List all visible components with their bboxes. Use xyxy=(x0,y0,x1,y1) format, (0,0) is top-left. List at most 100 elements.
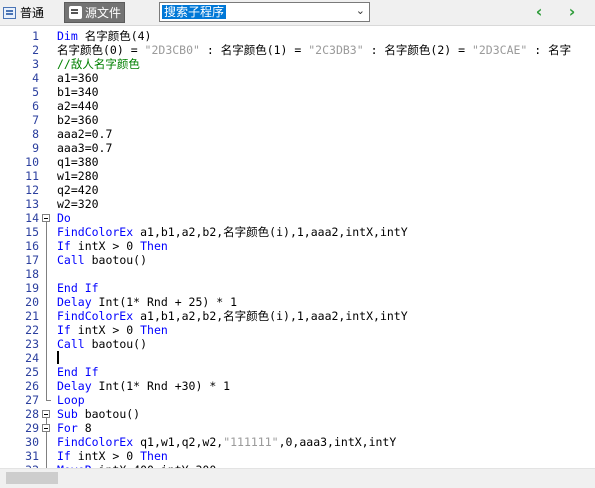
keyword-token: If xyxy=(57,449,71,463)
line-number: 7 xyxy=(32,113,39,127)
code-token: ,0,aaa3,intX,intY xyxy=(278,435,397,449)
line-number: 18 xyxy=(25,267,39,281)
code-text[interactable]: FindColorEx a1,b1,a2,b2,名字颜色(i),1,aaa2,i… xyxy=(57,309,408,323)
code-line[interactable]: 15 FindColorEx a1,b1,a2,b2,名字颜色(i),1,aaa2… xyxy=(0,225,595,239)
code-text[interactable]: q1=380 xyxy=(57,155,99,169)
fold-toggle-icon[interactable] xyxy=(42,424,50,432)
code-text[interactable]: Loop xyxy=(57,393,85,407)
code-line[interactable]: 12 q2=420 xyxy=(0,183,595,197)
code-text[interactable]: Sub baotou() xyxy=(57,407,140,421)
line-number: 17 xyxy=(25,253,39,267)
line-number: 19 xyxy=(25,281,39,295)
code-token: 名字颜色(4) xyxy=(77,29,152,43)
code-text[interactable]: Call baotou() xyxy=(57,337,147,351)
code-line[interactable]: 6 a2=440 xyxy=(0,99,595,113)
code-token: b1=340 xyxy=(57,85,99,99)
code-line[interactable]: 29 For 8 xyxy=(0,421,595,435)
code-line[interactable]: 1 Dim 名字颜色(4) xyxy=(0,29,595,43)
code-text[interactable]: a1=360 xyxy=(57,71,99,85)
code-text[interactable]: End If xyxy=(57,365,99,379)
code-line[interactable]: 18 xyxy=(0,267,595,281)
arrow-right-icon[interactable]: › xyxy=(564,4,580,20)
code-text[interactable]: Do xyxy=(57,211,71,225)
code-text[interactable]: Delay Int(1* Rnd + 25) * 1 xyxy=(57,295,237,309)
code-line[interactable]: 16 If intX > 0 Then xyxy=(0,239,595,253)
code-line[interactable]: 10 q1=380 xyxy=(0,155,595,169)
subroutine-search-combo[interactable]: 搜索子程序 ⌄ xyxy=(159,2,370,22)
code-line[interactable]: 22 If intX > 0 Then xyxy=(0,323,595,337)
line-number: 9 xyxy=(32,141,39,155)
code-line[interactable]: 24 xyxy=(0,351,595,365)
code-line[interactable]: 30 FindColorEx q1,w1,q2,w2,"111111",0,aaa… xyxy=(0,435,595,449)
code-line[interactable]: 23 Call baotou() xyxy=(0,337,595,351)
code-token: a1=360 xyxy=(57,71,99,85)
code-line[interactable]: 28 Sub baotou() xyxy=(0,407,595,421)
code-editor[interactable]: 1 Dim 名字颜色(4) 2 名字颜色(0) = "2D3CB0" : 名字颜色(1… xyxy=(0,26,595,468)
line-number: 6 xyxy=(32,99,39,113)
string-token: "111111" xyxy=(223,435,279,449)
chevron-down-icon[interactable]: ⌄ xyxy=(356,4,365,17)
toolbar: 普通 源文件 搜索子程序 ⌄ ‹ › xyxy=(0,0,595,26)
code-text[interactable]: For 8 xyxy=(57,421,92,435)
code-text[interactable]: b1=340 xyxy=(57,85,99,99)
code-line[interactable]: 20 Delay Int(1* Rnd + 25) * 1 xyxy=(0,295,595,309)
code-text[interactable]: If intX > 0 Then xyxy=(57,323,168,337)
code-token: b2=360 xyxy=(57,113,99,127)
subroutine-search-value[interactable]: 搜索子程序 xyxy=(162,5,227,19)
line-number: 24 xyxy=(25,351,39,365)
scrollbar-thumb[interactable] xyxy=(6,472,58,484)
code-text[interactable]: //敌人名字颜色 xyxy=(57,57,140,71)
code-text[interactable]: aaa3=0.7 xyxy=(57,141,112,155)
fold-toggle-icon[interactable] xyxy=(42,410,50,418)
code-text[interactable]: End If xyxy=(57,281,99,295)
normal-mode-tab[interactable]: 普通 xyxy=(3,4,44,21)
line-number: 14 xyxy=(25,211,39,225)
code-line[interactable]: 14 Do xyxy=(0,211,595,225)
code-text[interactable]: If intX > 0 Then xyxy=(57,449,168,463)
line-number: 23 xyxy=(25,337,39,351)
code-line[interactable]: 26 Delay Int(1* Rnd +30) * 1 xyxy=(0,379,595,393)
code-line[interactable]: 13 w2=320 xyxy=(0,197,595,211)
line-number: 16 xyxy=(25,239,39,253)
horizontal-scrollbar[interactable] xyxy=(0,468,595,488)
code-text[interactable]: q2=420 xyxy=(57,183,99,197)
code-line[interactable]: 11 w1=280 xyxy=(0,169,595,183)
line-number: 27 xyxy=(25,393,39,407)
code-text[interactable]: w2=320 xyxy=(57,197,99,211)
code-line[interactable]: 7 b2=360 xyxy=(0,113,595,127)
code-text[interactable]: aaa2=0.7 xyxy=(57,127,112,141)
keyword-token: FindColorEx xyxy=(57,309,134,323)
code-line[interactable]: 21 FindColorEx a1,b1,a2,b2,名字颜色(i),1,aaa2… xyxy=(0,309,595,323)
code-line[interactable]: 4 a1=360 xyxy=(0,71,595,85)
keyword-token: Loop xyxy=(57,393,85,407)
code-line[interactable]: 2 名字颜色(0) = "2D3CB0" : 名字颜色(1) = "2C3DB3"… xyxy=(0,43,595,57)
keyword-token: Call xyxy=(57,253,85,267)
code-text[interactable]: a2=440 xyxy=(57,99,99,113)
code-line[interactable]: 3 //敌人名字颜色 xyxy=(0,57,595,71)
code-line[interactable]: 17 Call baotou() xyxy=(0,253,595,267)
fold-toggle-icon[interactable] xyxy=(42,214,50,222)
code-text[interactable]: w1=280 xyxy=(57,169,99,183)
code-line[interactable]: 27 Loop xyxy=(0,393,595,407)
code-text[interactable]: If intX > 0 Then xyxy=(57,239,168,253)
keyword-token: If xyxy=(57,323,71,337)
code-text[interactable]: 名字颜色(0) = "2D3CB0" : 名字颜色(1) = "2C3DB3" … xyxy=(57,43,571,57)
source-mode-tab[interactable]: 源文件 xyxy=(64,2,125,23)
code-line[interactable]: 8 aaa2=0.7 xyxy=(0,127,595,141)
arrow-left-icon[interactable]: ‹ xyxy=(531,4,547,20)
keyword-token: FindColorEx xyxy=(57,435,134,449)
code-text[interactable]: b2=360 xyxy=(57,113,99,127)
code-line[interactable]: 31 If intX > 0 Then xyxy=(0,449,595,463)
code-text[interactable]: FindColorEx q1,w1,q2,w2,"111111",0,aaa3,… xyxy=(57,435,396,449)
code-line[interactable]: 9 aaa3=0.7 xyxy=(0,141,595,155)
code-text[interactable]: Delay Int(1* Rnd +30) * 1 xyxy=(57,379,230,393)
code-token: Int(1* Rnd +30) * 1 xyxy=(91,379,231,393)
code-text[interactable]: Dim 名字颜色(4) xyxy=(57,29,151,43)
string-token: "2D3CAE" xyxy=(471,43,528,57)
code-text[interactable]: Call baotou() xyxy=(57,253,147,267)
line-number: 4 xyxy=(32,71,39,85)
code-line[interactable]: 5 b1=340 xyxy=(0,85,595,99)
code-line[interactable]: 25 End If xyxy=(0,365,595,379)
code-line[interactable]: 19 End If xyxy=(0,281,595,295)
code-text[interactable]: FindColorEx a1,b1,a2,b2,名字颜色(i),1,aaa2,i… xyxy=(57,225,408,239)
